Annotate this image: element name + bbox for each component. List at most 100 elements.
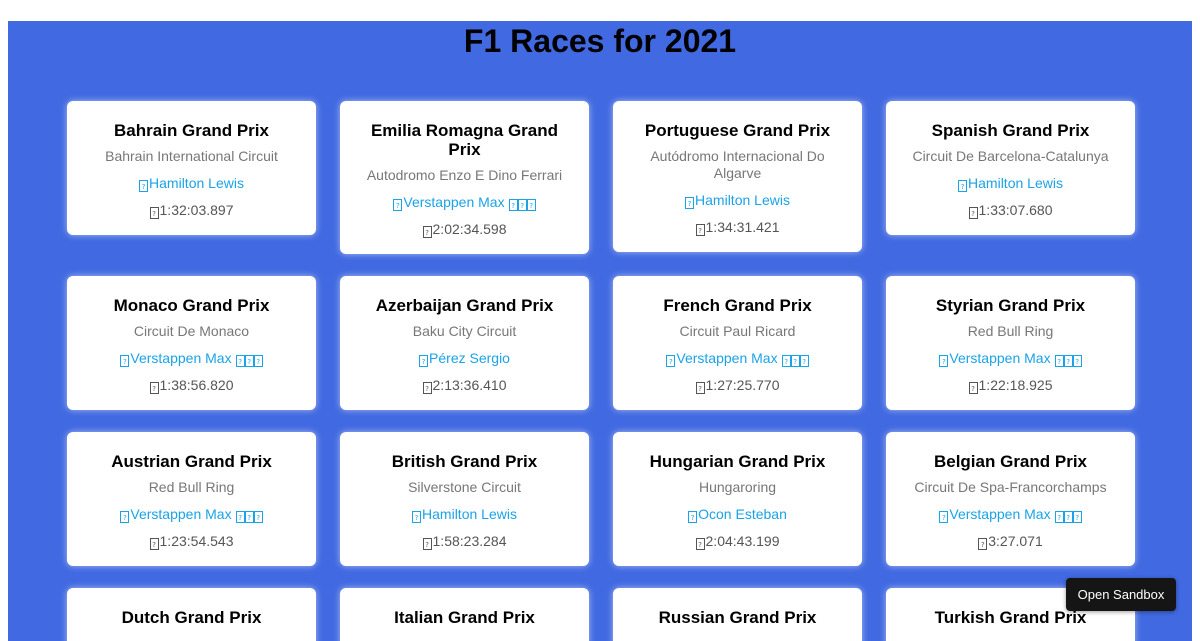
flag-icon: ???: [235, 506, 263, 523]
race-name: Monaco Grand Prix: [113, 296, 270, 315]
race-time: ? 1:22:18.925: [900, 377, 1121, 394]
stopwatch-icon: ?: [968, 207, 978, 219]
winner-name: Verstappen Max: [949, 506, 1051, 522]
trophy-icon: ?: [688, 511, 698, 523]
time-value: 1:22:18.925: [978, 377, 1053, 393]
race-name: Russian Grand Prix: [658, 608, 817, 627]
stopwatch-icon: ?: [695, 538, 705, 550]
winner-link[interactable]: ? Verstappen Max???: [81, 506, 302, 523]
stopwatch-icon: ?: [149, 207, 159, 219]
race-name: Spanish Grand Prix: [931, 121, 1090, 140]
race-card: Monaco Grand Prix Circuit De Monaco? Verst…: [67, 276, 316, 410]
winner-link[interactable]: ? Ocon Esteban: [627, 506, 848, 523]
time-value: 1:38:56.820: [159, 377, 234, 393]
winner-name: Pérez Sergio: [429, 350, 510, 366]
winner-name: Hamilton Lewis: [695, 192, 790, 208]
winner-name: Hamilton Lewis: [422, 506, 517, 522]
race-time: ? 2:02:34.598: [354, 221, 575, 238]
stopwatch-icon: ?: [422, 382, 432, 394]
winner-name: Verstappen Max: [676, 350, 778, 366]
winner-link[interactable]: ? Verstappen Max???: [900, 350, 1121, 367]
race-card: Portuguese Grand Prix Autódromo Internaci…: [613, 101, 862, 252]
trophy-icon: ?: [120, 511, 130, 523]
stopwatch-icon: ?: [149, 382, 159, 394]
time-value: 3:27.071: [988, 533, 1043, 549]
race-card: Emilia Romagna Grand Prix Autodromo Enzo …: [340, 101, 589, 254]
winner-link[interactable]: ? Verstappen Max???: [81, 350, 302, 367]
circuit-name: Circuit De Barcelona-Catalunya: [912, 148, 1109, 164]
race-name: Portuguese Grand Prix: [644, 121, 831, 140]
stopwatch-icon: ?: [695, 224, 705, 236]
race-card: Bahrain Grand Prix Bahrain International …: [67, 101, 316, 235]
winner-link[interactable]: ? Hamilton Lewis: [627, 192, 848, 209]
circuit-name: Autodromo Enzo E Dino Ferrari: [366, 167, 563, 183]
stopwatch-icon: ?: [422, 226, 432, 238]
winner-link[interactable]: ? Hamilton Lewis: [81, 175, 302, 192]
race-name: Hungarian Grand Prix: [649, 452, 826, 471]
winner-link[interactable]: ? Pérez Sergio: [354, 350, 575, 367]
race-time: ? 2:04:43.199: [627, 533, 848, 550]
race-time: ? 1:58:23.284: [354, 533, 575, 550]
trophy-icon: ?: [393, 199, 403, 211]
trophy-icon: ?: [419, 355, 429, 367]
winner-link[interactable]: ? Hamilton Lewis: [900, 175, 1121, 192]
time-value: 1:34:31.421: [705, 219, 780, 235]
page-container: F1 Races for 2021 Bahrain Grand Prix Bahr…: [8, 21, 1192, 641]
race-time: ? 3:27.071: [900, 533, 1121, 550]
flag-icon: ???: [1054, 350, 1082, 367]
race-time: ? 1:34:31.421: [627, 219, 848, 236]
stopwatch-icon: ?: [149, 538, 159, 550]
race-card: Styrian Grand Prix Red Bull Ring? Verstapp…: [886, 276, 1135, 410]
winner-link[interactable]: ? Verstappen Max???: [900, 506, 1121, 523]
race-time: ? 1:32:03.897: [81, 202, 302, 219]
time-value: 1:23:54.543: [159, 533, 234, 549]
winner-link[interactable]: ? Hamilton Lewis: [354, 506, 575, 523]
race-time: ? 1:38:56.820: [81, 377, 302, 394]
winner-link[interactable]: ? Verstappen Max???: [354, 194, 575, 211]
race-card: French Grand Prix Circuit Paul Ricard? Ver…: [613, 276, 862, 410]
time-value: 2:02:34.598: [432, 221, 507, 237]
circuit-name: Silverstone Circuit: [408, 479, 521, 495]
race-time: ? 1:27:25.770: [627, 377, 848, 394]
winner-name: Hamilton Lewis: [968, 175, 1063, 191]
circuit-name: Red Bull Ring: [148, 479, 235, 495]
race-grid: Bahrain Grand Prix Bahrain International …: [67, 101, 1135, 641]
winner-name: Hamilton Lewis: [149, 175, 244, 191]
winner-name: Verstappen Max: [130, 350, 232, 366]
trophy-icon: ?: [666, 355, 676, 367]
circuit-name: Autódromo Internacional Do Algarve: [650, 148, 825, 181]
circuit-name: Circuit De Monaco: [133, 323, 250, 339]
trophy-icon: ?: [685, 197, 695, 209]
race-card: Italian Grand Prix: [340, 588, 589, 641]
flag-icon: ???: [1054, 506, 1082, 523]
race-name: Bahrain Grand Prix: [114, 121, 269, 140]
stopwatch-icon: ?: [695, 382, 705, 394]
race-time: ? 2:13:36.410: [354, 377, 575, 394]
trophy-icon: ?: [939, 511, 949, 523]
race-card: Austrian Grand Prix Red Bull Ring? Verstap…: [67, 432, 316, 566]
race-card: Belgian Grand Prix Circuit De Spa-Francor…: [886, 432, 1135, 566]
trophy-icon: ?: [958, 180, 968, 192]
race-card: Hungarian Grand Prix Hungaroring? Ocon Est…: [613, 432, 862, 566]
circuit-name: Red Bull Ring: [967, 323, 1054, 339]
flag-icon: ???: [508, 194, 536, 211]
winner-name: Verstappen Max: [130, 506, 232, 522]
flag-icon: ???: [235, 350, 263, 367]
race-time: ? 1:33:07.680: [900, 202, 1121, 219]
race-name: Austrian Grand Prix: [111, 452, 272, 471]
open-sandbox-button[interactable]: Open Sandbox: [1066, 578, 1176, 611]
flag-icon: ???: [781, 350, 809, 367]
winner-name: Ocon Esteban: [698, 506, 787, 522]
stopwatch-icon: ?: [422, 538, 432, 550]
winner-link[interactable]: ? Verstappen Max???: [627, 350, 848, 367]
circuit-name: Baku City Circuit: [412, 323, 517, 339]
circuit-name: Circuit Paul Ricard: [679, 323, 796, 339]
circuit-name: Hungaroring: [698, 479, 777, 495]
page-title: F1 Races for 2021: [463, 23, 737, 59]
race-name: Belgian Grand Prix: [933, 452, 1088, 471]
stopwatch-icon: ?: [978, 538, 988, 550]
winner-name: Verstappen Max: [403, 194, 505, 210]
trophy-icon: ?: [139, 180, 149, 192]
race-name: Italian Grand Prix: [394, 608, 535, 627]
race-card: Azerbaijan Grand Prix Baku City Circuit? P…: [340, 276, 589, 410]
